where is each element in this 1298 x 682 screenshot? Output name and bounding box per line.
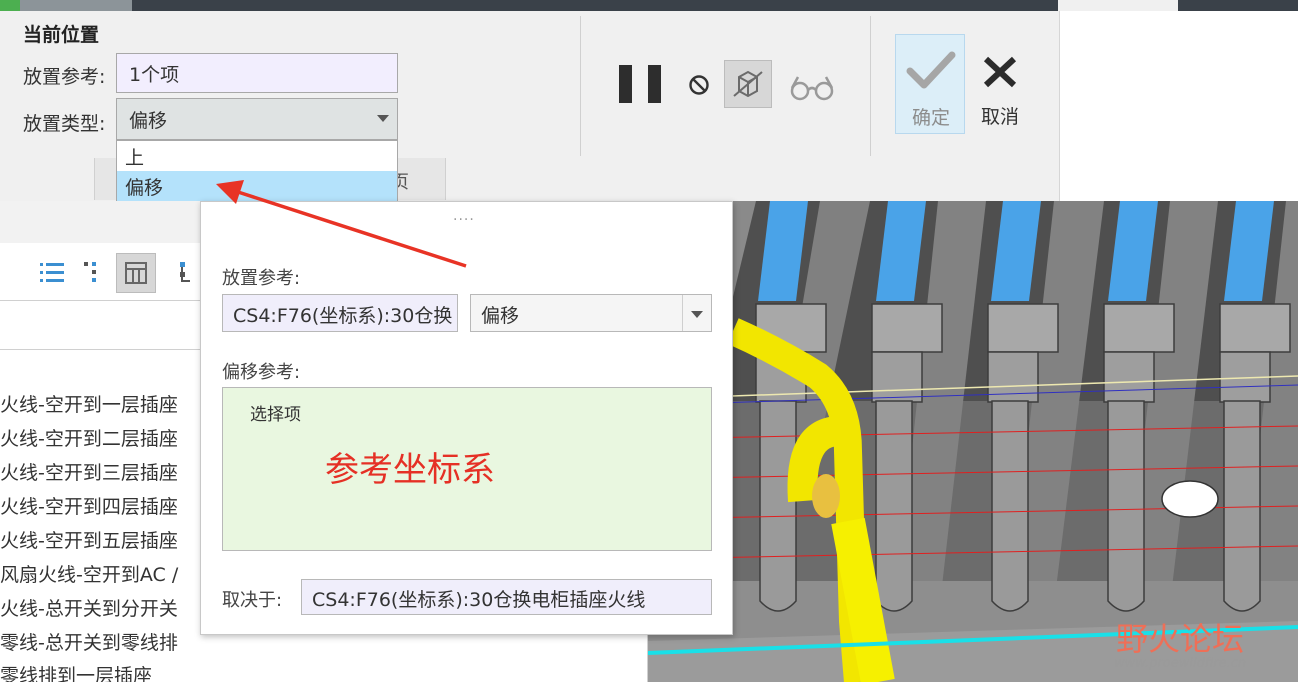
title-bar [0,0,1298,11]
dropdown-option-on[interactable]: 上 [117,141,397,171]
placement-type-value: 偏移 [129,110,168,132]
pause-icon [648,65,661,103]
watermark-title: 野火论坛 [1116,620,1245,658]
no-entry-icon [689,75,709,95]
cancel-label: 取消 [980,106,1019,128]
tree-item[interactable]: 火线-总开关到分开关 [0,594,178,621]
divider [0,349,200,350]
watermark-logo: 野火论坛 www.proewildfire.cn [1112,606,1298,682]
divider [580,16,581,156]
geometry-preview-icon [733,70,763,98]
popup-placement-type-select[interactable]: 偏移 [470,294,712,332]
placement-ref-field[interactable]: 1个项 [116,53,398,93]
annotation-text: 参考坐标系 [325,450,495,490]
drag-handle[interactable]: .... [453,208,475,224]
pause-icon [619,65,632,103]
expand-collapse-icon[interactable] [82,259,102,287]
checkmark-icon [906,51,956,89]
no-entry-button[interactable] [686,72,712,98]
divider [870,16,871,156]
verify-mode-button[interactable] [786,70,838,104]
tree-item[interactable]: 火线-空开到四层插座 [0,492,178,519]
ribbon-empty-area [1060,11,1298,201]
tree-item[interactable]: 零线-总开关到零线排 [0,628,178,655]
section-title: 当前位置 [23,24,100,46]
tree-item[interactable]: 火线-空开到五层插座 [0,526,178,553]
popup-placement-ref-field[interactable]: CS4:F76(坐标系):30仓换 [222,294,458,332]
watermark-url: www.proewildfire.cn [1114,656,1247,671]
active-tab[interactable] [1058,0,1178,11]
confirm-label: 确定 [911,107,950,129]
tree-item[interactable]: 火线-空开到一层插座 [0,390,178,417]
chevron-down-icon [377,115,389,122]
placement-popup: .... 放置参考: CS4:F76(坐标系):30仓换 偏移 偏移参考: 选择… [200,201,733,635]
close-icon [983,56,1017,88]
tree-columns-icon [125,262,147,284]
glasses-icon [790,76,834,101]
collector-hint: 选择项 [250,405,301,425]
placement-type-label: 放置类型: [23,113,106,135]
offset-ref-label: 偏移参考: [222,362,301,383]
title-tab[interactable] [20,0,132,11]
tree-item[interactable]: 风扇火线-空开到AC / [0,560,178,587]
tree-item[interactable]: 火线-空开到三层插座 [0,458,178,485]
cancel-button[interactable]: 取消 [972,48,1028,134]
popup-placement-ref-label: 放置参考: [222,268,301,289]
popup-placement-type-value: 偏移 [481,305,520,327]
tree-toolbar [0,243,200,301]
placement-type-dropdown: 上 偏移 [116,140,398,202]
chevron-down-icon [691,311,703,318]
app-accent-strip [0,0,20,11]
dropdown-option-offset[interactable]: 偏移 [117,171,397,201]
pause-button[interactable] [619,65,661,103]
placement-ref-label: 放置参考: [23,66,106,88]
panel-header [0,201,200,243]
tree-item[interactable]: 零线排到一层插座 [0,661,152,682]
tree-item[interactable]: 火线-空开到二层插座 [0,424,178,451]
tree-columns-button[interactable] [116,253,156,293]
depends-label: 取决于: [222,590,283,611]
placement-type-select[interactable]: 偏移 [116,98,398,140]
confirm-button[interactable]: 确定 [895,34,965,134]
divider [682,295,683,331]
tree-filter-icon[interactable] [176,259,200,287]
preview-toggle-button[interactable] [724,60,772,108]
tree-list-icon[interactable] [38,259,66,287]
depends-field[interactable]: CS4:F76(坐标系):30仓换电柜插座火线 [301,579,712,615]
